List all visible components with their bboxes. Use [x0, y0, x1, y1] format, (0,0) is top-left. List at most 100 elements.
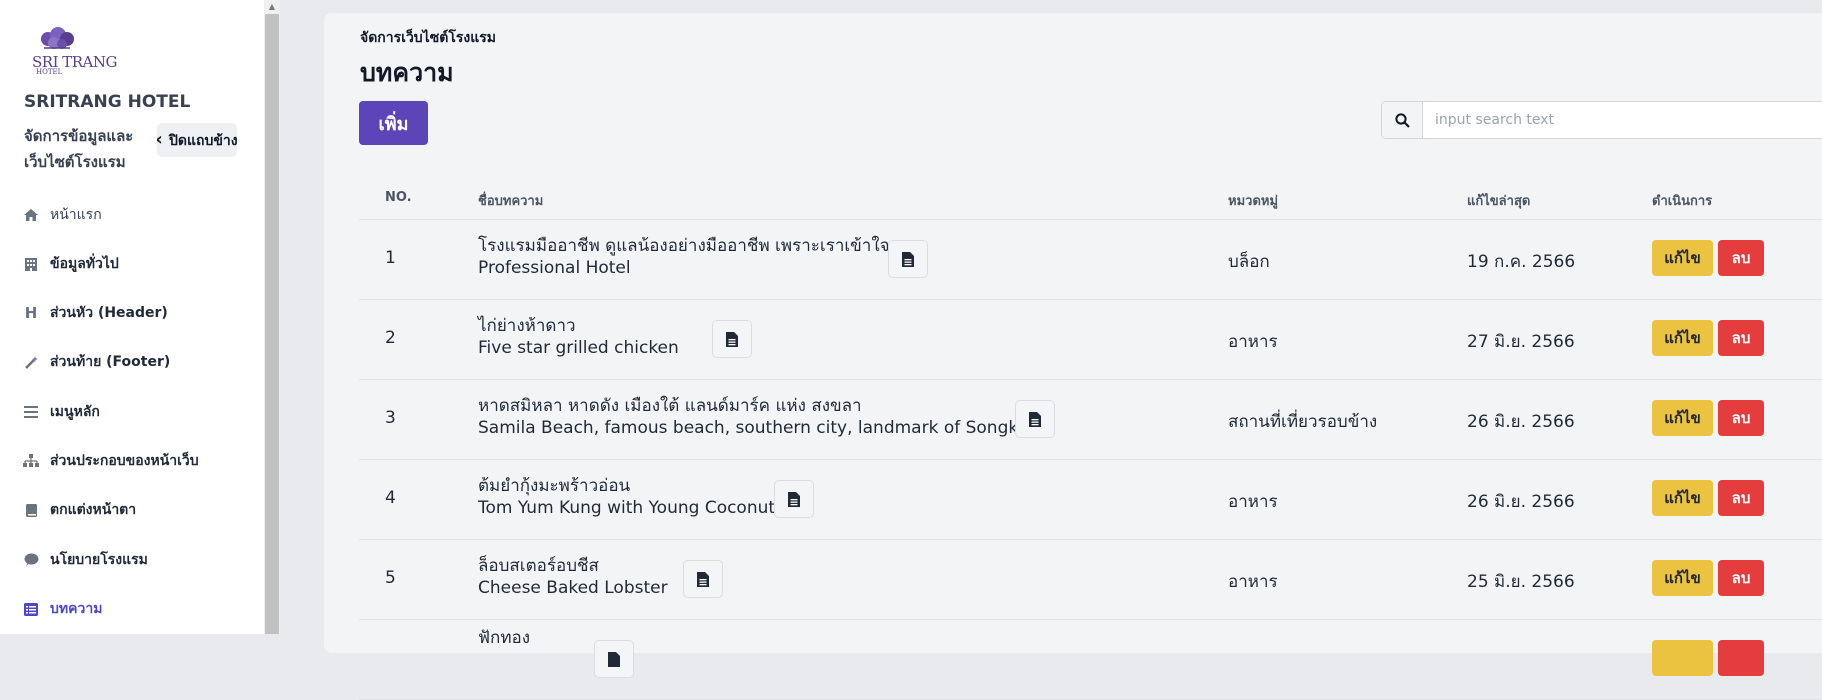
- article-title: ต้มยำกุ้งมะพร้าวอ่อน Tom Yum Kung with Y…: [478, 475, 775, 519]
- article-title-en: Tom Yum Kung with Young Coconut: [478, 498, 776, 518]
- column-header-category: หมวดหมู่: [1228, 194, 1279, 209]
- table-row: 2 ไก่ย่างห้าดาว Five star grilled chicke…: [359, 299, 1822, 380]
- sidebar-item-general-info[interactable]: ข้อมูลทั่วไป: [22, 249, 262, 279]
- article-title-th: ต้มยำกุ้งมะพร้าวอ่อน: [478, 476, 631, 496]
- hotel-name: SRITRANG HOTEL: [24, 92, 191, 112]
- article-title-en: Cheese Baked Lobster: [478, 578, 668, 598]
- article-title: ไก่ย่างห้าดาว Five star grilled chicken: [478, 315, 679, 359]
- edit-button[interactable]: แก้ไข: [1652, 240, 1713, 276]
- column-header-updated: แก้ไขล่าสุด: [1467, 194, 1531, 209]
- delete-button[interactable]: ลบ: [1718, 320, 1764, 356]
- view-document-button[interactable]: [1015, 400, 1055, 438]
- add-button[interactable]: เพิ่ม: [359, 101, 428, 145]
- double-chevron-left-icon: «: [157, 123, 165, 157]
- delete-button[interactable]: ลบ: [1718, 400, 1764, 436]
- article-title: ล็อบสเตอร์อบชีส Cheese Baked Lobster: [478, 555, 668, 599]
- sidebar-item-home[interactable]: หน้าแรก: [22, 200, 262, 230]
- edit-button[interactable]: แก้ไข: [1652, 400, 1713, 436]
- article-category: บล็อก: [1228, 252, 1270, 272]
- sidebar-item-label: หน้าแรก: [50, 207, 102, 223]
- logo-sub: HOTEL: [36, 68, 63, 76]
- article-updated-date: 27 มิ.ย. 2566: [1467, 332, 1575, 352]
- article-title-en: Samila Beach, famous beach, southern cit…: [478, 418, 1045, 438]
- sidebar-item-articles[interactable]: บทความ: [22, 594, 262, 624]
- sidebar-item-label: ส่วนหัว (Header): [50, 305, 168, 321]
- edit-button[interactable]: แก้ไข: [1652, 320, 1713, 356]
- list-icon: [22, 403, 40, 421]
- sidebar-item-page-components[interactable]: ส่วนประกอบของหน้าเว็บ: [22, 446, 262, 476]
- sidebar-item-label: ส่วนท้าย (Footer): [50, 354, 171, 370]
- sidebar-item-hotel-policy[interactable]: นโยบายโรงแรม: [22, 545, 262, 575]
- page-title: บทความ: [360, 58, 454, 87]
- table-header: NO. ชื่อบทความ หมวดหมู่ แก้ไขล่าสุด ดำเน…: [359, 173, 1822, 220]
- row-number: 1: [385, 248, 396, 268]
- sidebar-item-label: ตกแต่งหน้าตา: [50, 502, 137, 518]
- sidebar-item-label: เมนูหลัก: [50, 404, 100, 420]
- sidebar-item-label: นโยบายโรงแรม: [50, 552, 148, 568]
- sidebar-item-label: ส่วนประกอบของหน้าเว็บ: [50, 453, 199, 469]
- article-category: อาหาร: [1228, 332, 1278, 352]
- article-updated-date: 19 ก.ค. 2566: [1467, 252, 1576, 272]
- delete-button[interactable]: ลบ: [1718, 240, 1764, 276]
- view-document-button[interactable]: [888, 240, 928, 278]
- article-title-th: ไก่ย่างห้าดาว: [478, 316, 576, 336]
- sitemap-icon: [22, 452, 40, 470]
- collapse-sidebar-button[interactable]: «ปิดแถบข้าง: [157, 123, 237, 157]
- comment-icon: [22, 551, 40, 569]
- hotel-logo[interactable]: SRI TRANG HOTEL: [30, 26, 118, 76]
- building-icon: [22, 255, 40, 273]
- delete-button[interactable]: ลบ: [1718, 560, 1764, 596]
- article-title: ฟักทอง: [478, 627, 530, 649]
- view-document-button[interactable]: [774, 480, 814, 518]
- scrollbar-thumb[interactable]: [265, 14, 279, 634]
- sidebar-item-header[interactable]: H ส่วนหัว (Header): [22, 298, 262, 328]
- document-icon: [902, 251, 914, 267]
- article-category: อาหาร: [1228, 572, 1278, 592]
- document-icon: [788, 491, 800, 507]
- sidebar: SRI TRANG HOTEL SRITRANG HOTEL จัดการข้อ…: [0, 0, 264, 634]
- table-row: 4 ต้มยำกุ้งมะพร้าวอ่อน Tom Yum Kung with…: [359, 459, 1822, 540]
- view-document-button[interactable]: [594, 640, 634, 678]
- search-input[interactable]: [1423, 102, 1822, 138]
- article-title: หาดสมิหลา หาดดัง เมืองใต้ แลนด์มาร์ค แห่…: [478, 395, 1044, 439]
- article-updated-date: 26 มิ.ย. 2566: [1467, 492, 1575, 512]
- breadcrumb[interactable]: จัดการเว็บไซต์โรงแรม: [360, 27, 496, 49]
- sidebar-item-label: ข้อมูลทั่วไป: [50, 256, 119, 272]
- column-header-no: NO.: [385, 190, 412, 205]
- search-box[interactable]: [1381, 101, 1822, 139]
- row-number: 3: [385, 408, 396, 428]
- sidebar-scrollbar[interactable]: ▲: [264, 0, 280, 634]
- sidebar-item-appearance[interactable]: ตกแต่งหน้าตา: [22, 495, 262, 525]
- article-title-en: Five star grilled chicken: [478, 338, 679, 358]
- sidebar-item-label: บทความ: [50, 601, 103, 617]
- edit-button[interactable]: [1652, 640, 1713, 676]
- column-header-title: ชื่อบทความ: [478, 194, 544, 209]
- content-card: จัดการเว็บไซต์โรงแรม บทความ เพิ่ม NO. ชื…: [324, 13, 1822, 700]
- sidebar-item-main-menu[interactable]: เมนูหลัก: [22, 397, 262, 427]
- document-icon: [726, 331, 738, 347]
- document-icon: [608, 651, 620, 667]
- collapse-sidebar-label: ปิดแถบข้าง: [169, 133, 237, 149]
- table-row: ฟักทอง: [359, 619, 1822, 700]
- column-header-actions: ดำเนินการ: [1652, 194, 1713, 209]
- edit-button[interactable]: แก้ไข: [1652, 560, 1713, 596]
- article-title-th: ฟักทอง: [478, 628, 531, 648]
- table-list-icon: [22, 600, 40, 618]
- delete-button[interactable]: [1718, 640, 1764, 676]
- article-title: โรงแรมมืออาชีพ ดูแลน้องอย่างมืออาชีพ เพร…: [478, 235, 890, 279]
- document-icon: [1029, 411, 1041, 427]
- search-icon[interactable]: [1382, 102, 1423, 138]
- table-row: 3 หาดสมิหลา หาดดัง เมืองใต้ แลนด์มาร์ค แ…: [359, 379, 1822, 460]
- view-document-button[interactable]: [712, 320, 752, 358]
- row-number: 2: [385, 328, 396, 348]
- logo-emblem-icon: [41, 27, 74, 49]
- edit-button[interactable]: แก้ไข: [1652, 480, 1713, 516]
- sidebar-item-footer[interactable]: ส่วนท้าย (Footer): [22, 347, 262, 377]
- magic-wand-icon: [22, 353, 40, 371]
- article-title-th: หาดสมิหลา หาดดัง เมืองใต้ แลนด์มาร์ค แห่…: [478, 396, 862, 416]
- view-document-button[interactable]: [683, 560, 723, 598]
- delete-button[interactable]: ลบ: [1718, 480, 1764, 516]
- article-updated-date: 26 มิ.ย. 2566: [1467, 412, 1575, 432]
- scroll-up-arrow-icon[interactable]: ▲: [264, 0, 280, 14]
- row-number: 4: [385, 488, 396, 508]
